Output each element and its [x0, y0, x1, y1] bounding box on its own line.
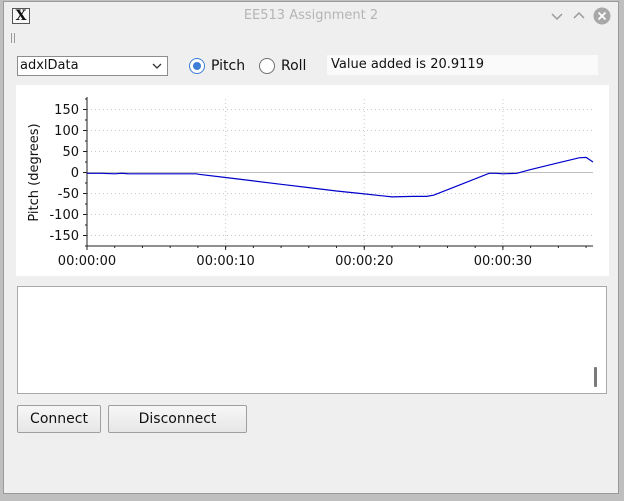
x-tick-label: 00:00:20 [335, 254, 393, 269]
maximize-icon[interactable] [570, 7, 588, 25]
title-bar[interactable]: X EE513 Assignment 2 [4, 2, 618, 30]
source-select[interactable]: adxlData [17, 56, 168, 76]
x-tick-label: 00:00:00 [58, 254, 116, 269]
x-tick-label: 00:00:10 [196, 254, 254, 269]
y-tick-label: 0 [71, 166, 79, 181]
toolbar-grip[interactable] [11, 33, 16, 43]
pitch-chart: 150 100 50 0 -50 -100 -150 00:00:00 00:00:10 00:0… [16, 85, 609, 276]
pitch-radio-indicator[interactable] [189, 58, 205, 74]
log-textarea[interactable] [17, 286, 607, 394]
value-display: Value added is 20.9119 [327, 55, 598, 75]
connect-button[interactable]: Connect [17, 405, 101, 433]
y-tick-label: -50 [58, 187, 79, 202]
roll-radio-label: Roll [281, 58, 307, 74]
main-window: X EE513 Assignment 2 adxlData Pitch Roll… [3, 1, 619, 494]
chart-canvas: 150 100 50 0 -50 -100 -150 00:00:00 00:00:10 00:0… [27, 97, 594, 269]
y-tick-label: 100 [54, 124, 79, 139]
close-icon[interactable] [593, 7, 611, 25]
chevron-down-icon [152, 63, 162, 69]
source-select-value: adxlData [20, 58, 79, 73]
roll-radio[interactable]: Roll [259, 57, 314, 79]
y-tick-label: 50 [62, 145, 79, 160]
y-tick-label: -100 [49, 208, 79, 223]
pitch-series-line [87, 156, 594, 198]
disconnect-button[interactable]: Disconnect [108, 405, 247, 433]
roll-radio-indicator[interactable] [259, 58, 275, 74]
y-tick-label: 150 [54, 103, 79, 118]
log-scrollbar[interactable] [594, 367, 597, 387]
y-axis-label: Pitch (degrees) [27, 123, 42, 221]
window-title: EE513 Assignment 2 [243, 8, 379, 23]
pitch-radio-label: Pitch [211, 58, 246, 74]
pitch-radio[interactable]: Pitch [189, 57, 249, 79]
y-tick-label: -150 [49, 229, 79, 244]
x-tick-label: 00:00:30 [474, 254, 532, 269]
minimize-icon[interactable] [548, 7, 566, 25]
